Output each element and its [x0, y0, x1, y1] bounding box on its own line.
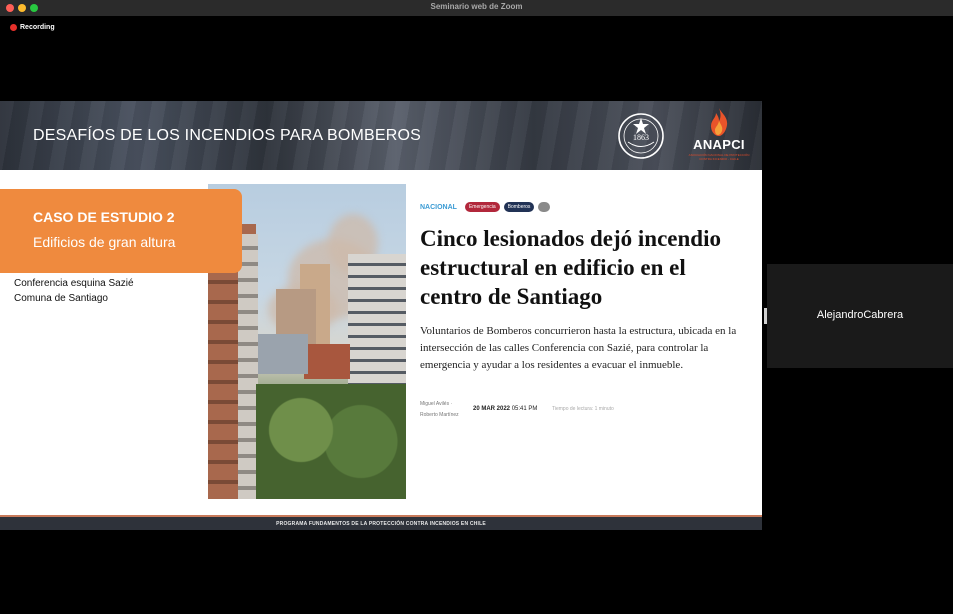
article-headline: Cinco lesionados dejó incendio estructur…	[420, 226, 721, 309]
bomberos-seal-logo: 1863	[618, 113, 664, 159]
slide-title: DESAFÍOS DE LOS INCENDIOS PARA BOMBEROS	[33, 127, 422, 144]
article-date: 20 MAR 2022 05:41 PM	[473, 406, 537, 412]
article-read-time: Tiempo de lectura: 1 minuto	[552, 406, 614, 412]
recording-indicator[interactable]: Recording	[10, 22, 55, 33]
participant-name: AlejandroCabrera	[816, 309, 904, 321]
case-study-subtitle: Edificios de gran altura	[33, 234, 176, 250]
flame-icon	[711, 108, 728, 136]
anapci-subtitle: ASOCIACIÓN NACIONAL DE PROTECCIÓN CONTRA…	[688, 153, 750, 161]
tag-emergencia[interactable]: Emergencia	[464, 202, 500, 212]
author-1: Miguel Avilés ·	[420, 401, 453, 407]
window-title: Seminario web de Zoom	[430, 2, 523, 11]
location-line-1: Conferencia esquina Sazié	[14, 278, 134, 289]
tag-more[interactable]	[538, 202, 551, 212]
anapci-logo: ANAPCI ASOCIACIÓN NACIONAL DE PROTECCIÓN…	[684, 105, 754, 165]
article-time: 05:41 PM	[511, 406, 538, 412]
case-study-box: CASO DE ESTUDIO 2 Edificios de gran altu…	[0, 189, 242, 273]
title-bar: Seminario web de Zoom	[0, 0, 953, 16]
author-2: Roberto Martínez	[420, 412, 459, 418]
article-summary: Voluntarios de Bomberos concurrieron has…	[420, 325, 737, 371]
recording-dot-icon	[10, 24, 17, 31]
shared-screen-slide: DESAFÍOS DE LOS INCENDIOS PARA BOMBEROS …	[0, 101, 762, 530]
participant-video-tile[interactable]: AlejandroCabrera	[767, 264, 953, 368]
anapci-name: ANAPCI	[693, 137, 745, 152]
article-tags: NACIONAL Emergencia Bomberos	[420, 201, 554, 213]
seal-year: 1863	[633, 133, 649, 142]
article-byline: Miguel Avilés · Roberto Martínez 20 MAR …	[420, 401, 750, 421]
tag-bomberos[interactable]: Bomberos	[503, 202, 535, 212]
case-study-title: CASO DE ESTUDIO 2	[33, 209, 175, 225]
article-date-day: 20 MAR 2022	[473, 406, 511, 412]
article-section[interactable]: NACIONAL	[420, 204, 457, 211]
slide-footer-text: PROGRAMA FUNDAMENTOS DE LA PROTECCIÓN CO…	[276, 521, 486, 527]
recording-label: Recording	[20, 24, 55, 31]
zoom-window: Seminario web de Zoom Recording DESAFÍOS…	[0, 0, 953, 614]
location-line-2: Comuna de Santiago	[14, 293, 108, 304]
slide-footer: PROGRAMA FUNDAMENTOS DE LA PROTECCIÓN CO…	[0, 515, 762, 530]
